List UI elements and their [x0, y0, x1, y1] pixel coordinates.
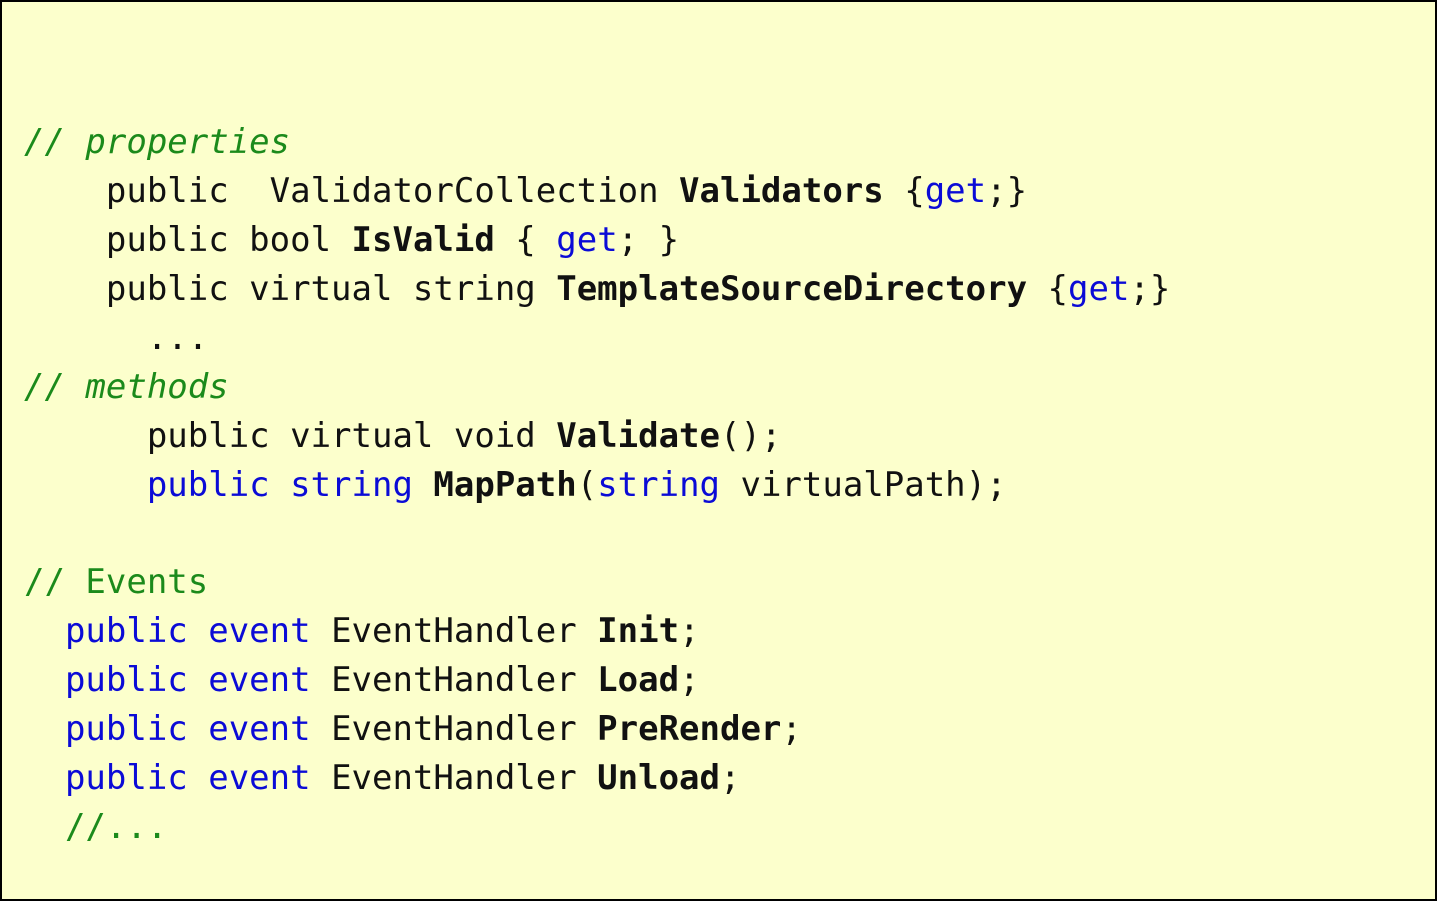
code-token: virtualPath); — [720, 465, 1007, 505]
code-token: public bool — [106, 220, 352, 260]
code-token: get — [925, 171, 986, 211]
code-line — [24, 510, 1425, 559]
code-line: public event EventHandler Init; — [24, 607, 1425, 656]
code-line: ... — [24, 314, 1425, 363]
code-line: // methods — [24, 363, 1425, 412]
code-token: EventHandler — [331, 758, 597, 798]
code-token: EventHandler — [331, 709, 597, 749]
code-token: Validate — [556, 416, 720, 456]
code-token: string — [597, 465, 720, 505]
code-token: get — [556, 220, 617, 260]
code-token: { — [904, 171, 924, 211]
code-line: public bool IsValid { get; } — [24, 216, 1425, 265]
code-line: public virtual string TemplateSourceDire… — [24, 265, 1425, 314]
code-token: { — [515, 220, 556, 260]
code-token: ; — [720, 758, 740, 798]
code-token: Unload — [597, 758, 720, 798]
code-token: Load — [597, 660, 679, 700]
code-token: Init — [597, 611, 679, 651]
code-token: EventHandler — [331, 611, 597, 651]
code-line: public event EventHandler Load; — [24, 656, 1425, 705]
code-token: public string — [147, 465, 434, 505]
code-line: public event EventHandler PreRender; — [24, 705, 1425, 754]
code-token: ;} — [1129, 269, 1170, 309]
code-line: public ValidatorCollection Validators {g… — [24, 167, 1425, 216]
code-token: public event — [65, 611, 331, 651]
code-token: // Events — [24, 562, 208, 602]
code-token: public ValidatorCollection — [106, 171, 679, 211]
code-token: ; — [679, 611, 699, 651]
code-token: Validators — [679, 171, 904, 211]
code-line: public virtual void Validate(); — [24, 412, 1425, 461]
code-line: public event EventHandler Unload; — [24, 754, 1425, 803]
code-token: // properties — [24, 122, 290, 162]
code-content: // properties public ValidatorCollection… — [24, 118, 1425, 901]
code-token: ; } — [618, 220, 679, 260]
code-line: // Events — [24, 558, 1425, 607]
code-line: //... — [24, 803, 1425, 852]
code-token: IsValid — [352, 220, 516, 260]
code-token: ; — [679, 660, 699, 700]
code-token: ... — [147, 318, 208, 358]
code-block: // properties public ValidatorCollection… — [0, 0, 1437, 901]
code-token: public virtual void — [147, 416, 556, 456]
code-token: ;} — [986, 171, 1027, 211]
code-token: public virtual string — [106, 269, 556, 309]
code-token: TemplateSourceDirectory — [556, 269, 1047, 309]
code-line — [24, 852, 1425, 901]
code-token: public event — [65, 660, 331, 700]
code-token: // methods — [24, 367, 229, 407]
code-token: { — [1048, 269, 1068, 309]
code-line: // properties — [24, 118, 1425, 167]
code-token: EventHandler — [331, 660, 597, 700]
code-token: get — [1068, 269, 1129, 309]
code-token: MapPath — [433, 465, 576, 505]
code-line: public string MapPath(string virtualPath… — [24, 461, 1425, 510]
code-token: public event — [65, 709, 331, 749]
code-token: //... — [65, 807, 167, 847]
code-token: ( — [577, 465, 597, 505]
code-token: public event — [65, 758, 331, 798]
code-token: PreRender — [597, 709, 781, 749]
code-token: (); — [720, 416, 781, 456]
code-token: ; — [781, 709, 801, 749]
